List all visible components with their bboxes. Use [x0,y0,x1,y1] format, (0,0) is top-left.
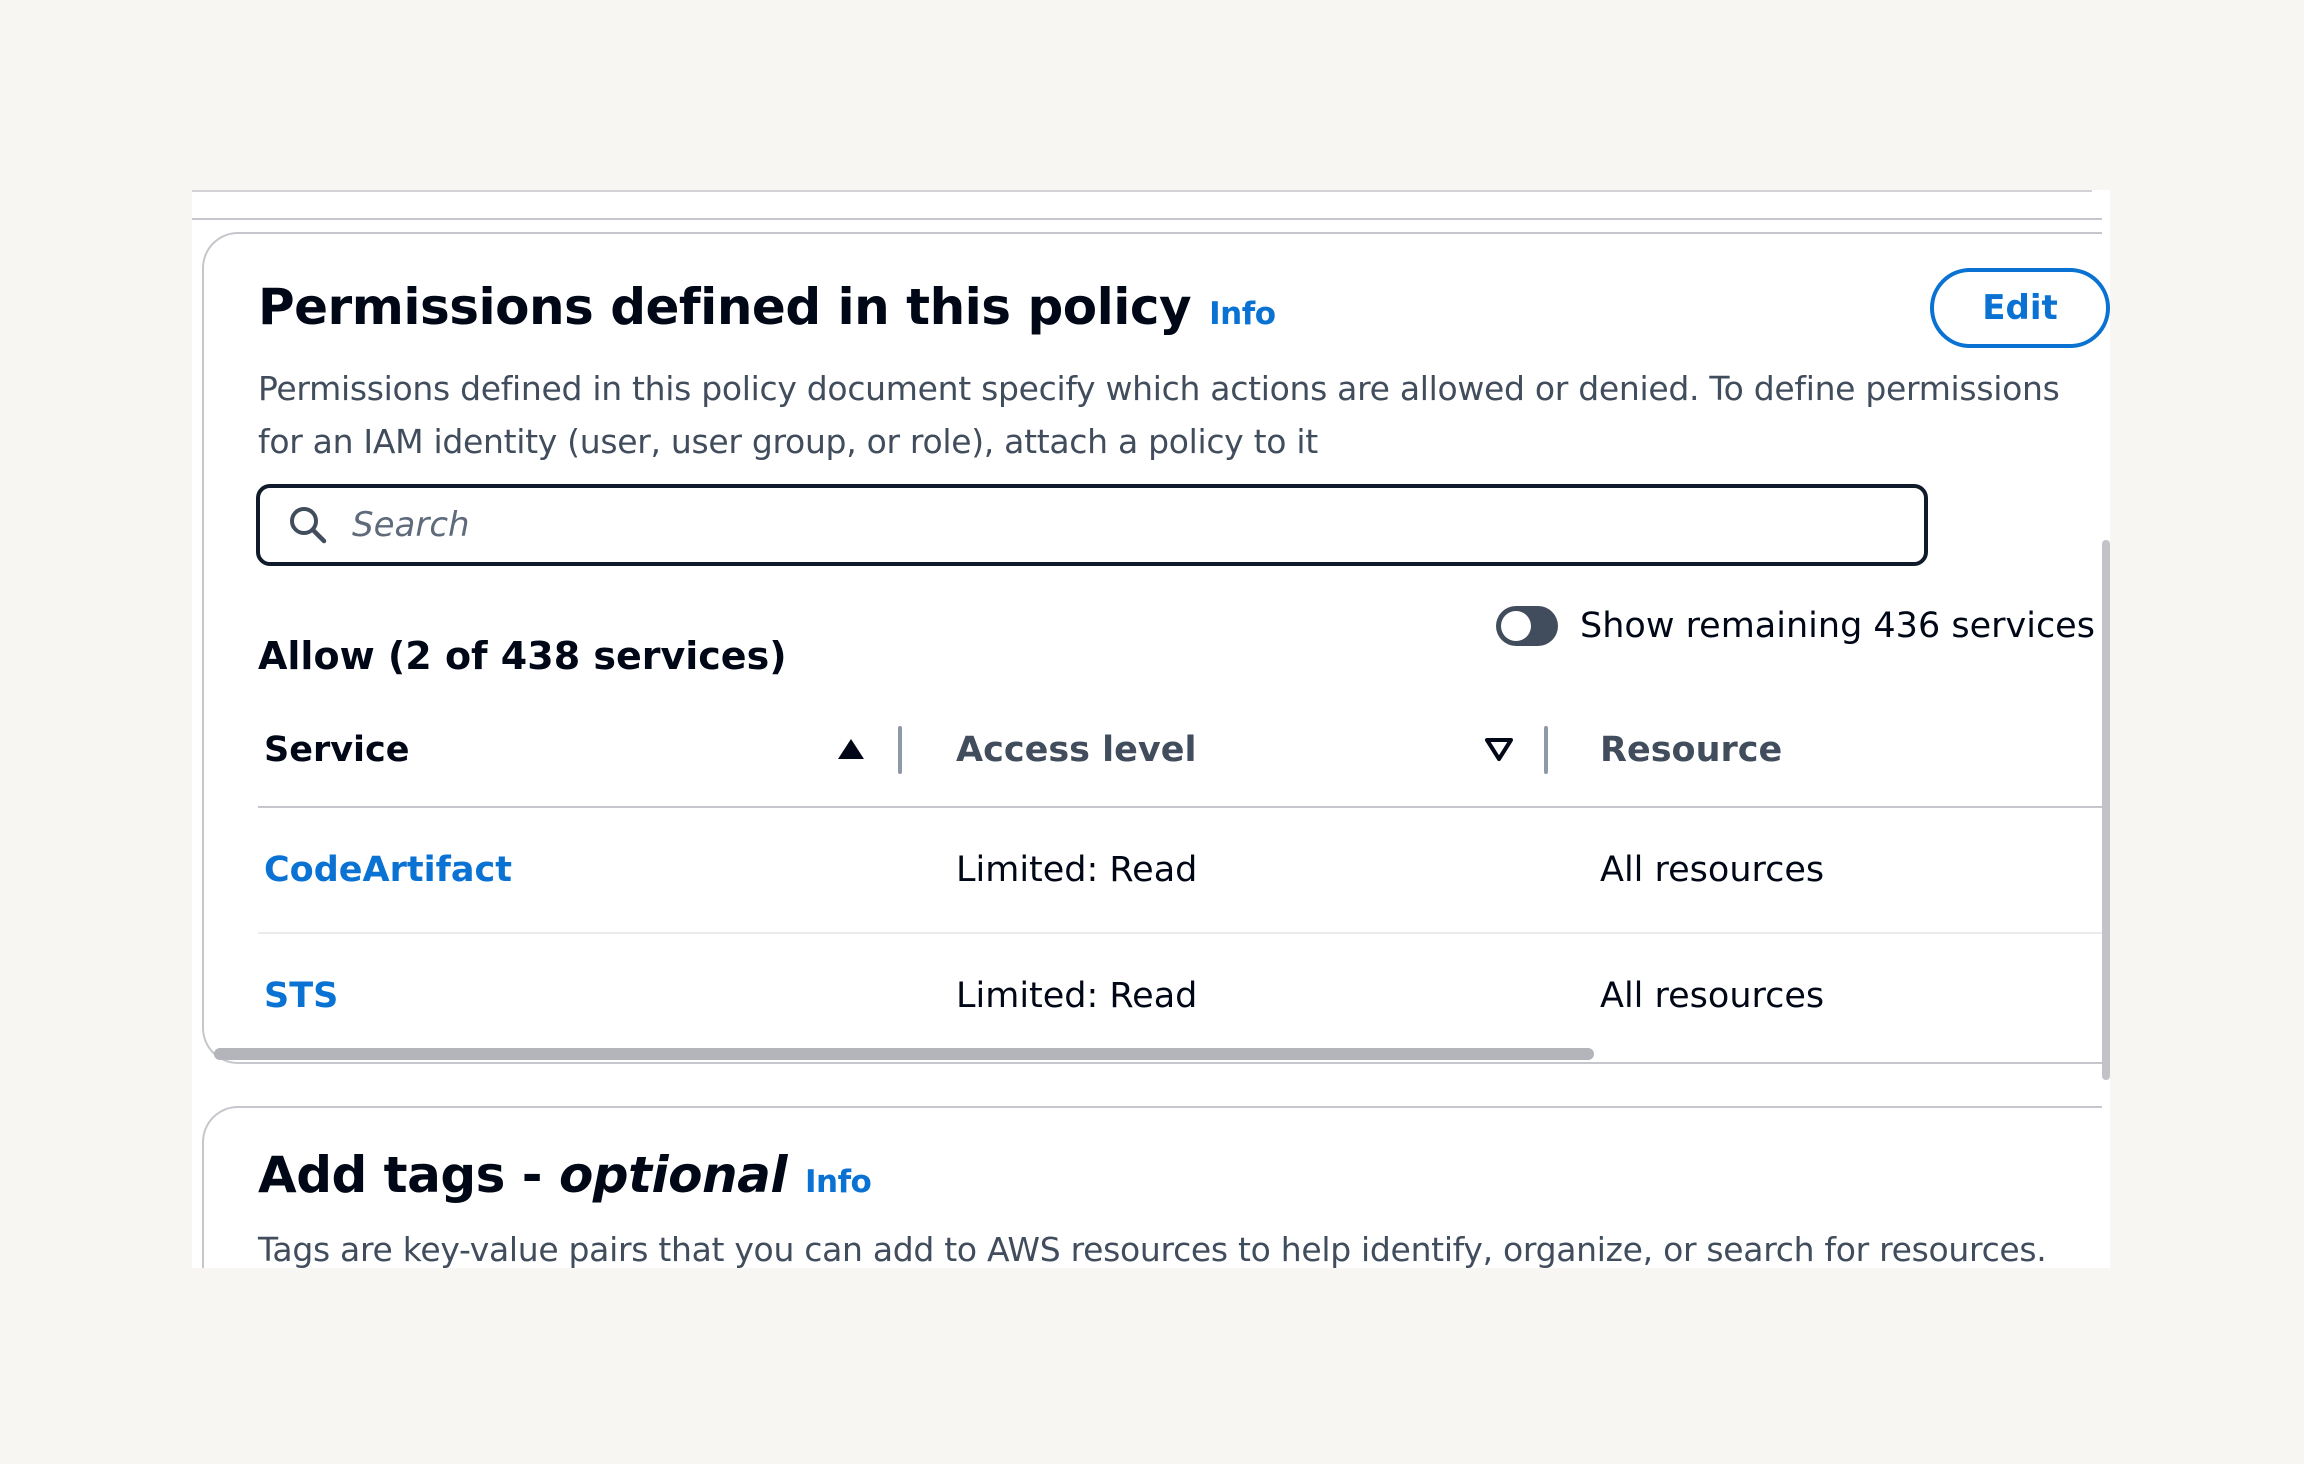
table-row: STS Limited: Read All resources [258,934,2110,1058]
search-input[interactable] [350,504,1874,546]
permissions-title-text: Permissions defined in this policy [258,278,1192,336]
add-tags-optional-text: optional [558,1146,788,1204]
allow-heading: Allow (2 of 438 services) [258,634,787,678]
console-window: Permissions defined in this policy Info E… [192,190,2110,1268]
column-resizer[interactable] [898,726,902,774]
resource-cell: All resources [1600,976,1825,1016]
table-header: Service Access level Resource [258,694,2110,808]
edit-button[interactable]: Edit [1930,268,2110,348]
toggle-track[interactable] [1496,606,1558,646]
service-link[interactable]: CodeArtifact [264,808,512,932]
previous-section-divider [192,218,2102,220]
service-link[interactable]: STS [264,934,338,1058]
column-header-resource[interactable]: Resource [1600,694,1782,806]
search-box[interactable] [256,484,1928,566]
permissions-info-link[interactable]: Info [1209,296,1276,332]
resource-cell: All resources [1600,850,1825,890]
vertical-scrollbar[interactable] [2102,540,2110,1080]
column-header-service[interactable]: Service [264,694,410,806]
permissions-panel: Permissions defined in this policy Info E… [202,232,2110,1064]
toggle-knob [1501,611,1531,641]
column-header-access-level[interactable]: Access level [956,694,1196,806]
horizontal-scrollbar[interactable] [214,1048,1594,1060]
add-tags-title: Add tags - optional Info [258,1146,872,1204]
table-row: CodeArtifact Limited: Read All resources [258,808,2110,934]
column-resizer[interactable] [1544,726,1548,774]
access-level-cell: Limited: Read [956,850,1198,890]
access-level-cell: Limited: Read [956,976,1198,1016]
permissions-description: Permissions defined in this policy docum… [258,369,2060,461]
search-icon [286,503,330,547]
add-tags-description: Tags are key-value pairs that you can ad… [258,1230,2047,1268]
sort-ascending-icon[interactable] [834,732,868,766]
add-tags-title-text: Add tags - [258,1146,559,1204]
add-tags-info-link[interactable]: Info [805,1164,872,1200]
add-tags-panel: Add tags - optional Info Tags are key-val… [202,1106,2102,1268]
window-top-edge [192,190,2092,192]
show-remaining-services-toggle[interactable]: Show remaining 436 services [1496,606,2095,646]
permissions-table: Service Access level Resource CodeArtifa… [258,694,2110,1058]
toggle-label: Show remaining 436 services [1580,606,2095,646]
sort-descending-icon[interactable] [1482,732,1516,766]
permissions-panel-title: Permissions defined in this policy Info [258,278,1276,336]
